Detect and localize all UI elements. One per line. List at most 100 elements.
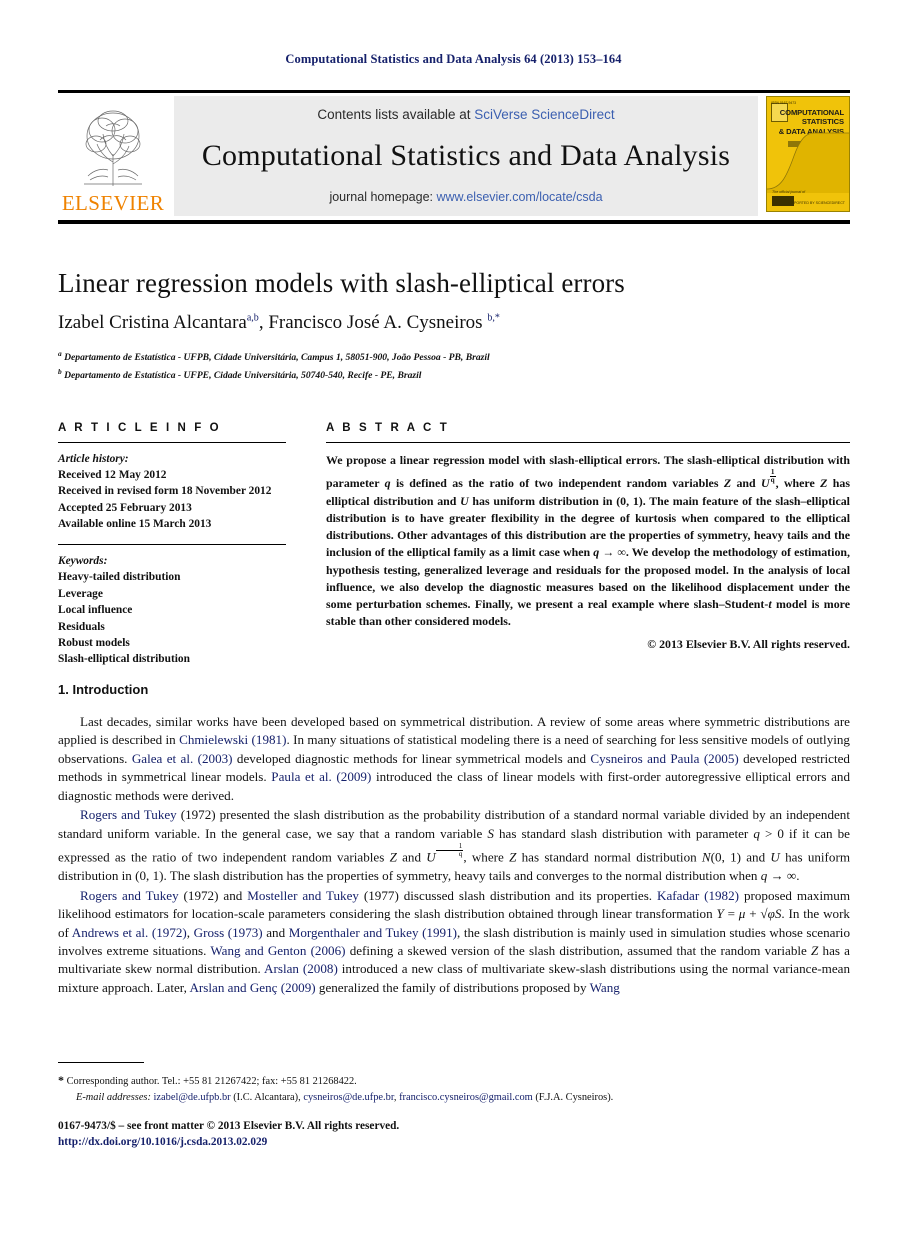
citation-link[interactable]: (1991) xyxy=(422,925,457,940)
email-link-1[interactable]: izabel@de.ufpb.br xyxy=(154,1092,231,1103)
history-item: Received 12 May 2012 xyxy=(58,469,167,482)
abstract-seg: , where xyxy=(775,476,821,491)
journal-homepage-link[interactable]: www.elsevier.com/locate/csda xyxy=(436,190,602,204)
keyword-item: Residuals xyxy=(58,620,105,633)
citation-link[interactable]: Mosteller and Tukey xyxy=(247,888,359,903)
cover-issn-text: ISSN 0167-9473 xyxy=(771,101,797,105)
formula-eq: = xyxy=(723,906,739,922)
history-item: Received in revised form 18 November 201… xyxy=(58,485,272,498)
text-seg: and xyxy=(396,849,427,865)
doi-link[interactable]: http://dx.doi.org/10.1016/j.csda.2013.02… xyxy=(58,1134,850,1150)
exponent-fraction: 1q xyxy=(435,842,464,859)
contents-available-line: Contents lists available at SciVerse Sci… xyxy=(317,107,614,122)
intro-paragraph-3: Rogers and Tukey (1972) and Mosteller an… xyxy=(58,887,850,998)
history-item: Available online 15 March 2013 xyxy=(58,517,212,530)
text-seg: (0, 1) and xyxy=(710,849,771,865)
imprint-line: 0167-9473/$ – see front matter © 2013 El… xyxy=(58,1120,400,1132)
affiliation-a-text: Departamento de Estatística - UFPB, Cida… xyxy=(64,352,490,364)
email-addresses-label: E-mail addresses: xyxy=(76,1091,151,1103)
email-link-3[interactable]: francisco.cysneiros@gmail.com xyxy=(399,1092,533,1103)
abstract-rule xyxy=(326,442,850,443)
text-seg: generalized the family of distributions … xyxy=(315,979,590,995)
article-info-rule xyxy=(58,442,286,443)
keywords-list: Keywords: Heavy-tailed distribution Leve… xyxy=(58,553,286,668)
text-seg: has standard normal distribution xyxy=(516,849,702,865)
journal-cover-thumbnail[interactable]: ISSN 0167-9473 COMPUTATIONAL STATISTICS … xyxy=(766,96,850,212)
citation-link[interactable]: Andrews et al. (1972) xyxy=(72,925,187,940)
citation-link[interactable]: Wang xyxy=(590,980,620,995)
abstract-seg: is defined as the ratio of two independe… xyxy=(390,476,724,491)
contents-prefix: Contents lists available at xyxy=(317,107,475,122)
abstract-var-u: U xyxy=(761,476,770,491)
corresponding-author-footnote: * Corresponding author. Tel.: +55 81 212… xyxy=(58,1071,850,1090)
email-link-2[interactable]: cysneiros@de.ufpe.br xyxy=(303,1092,394,1103)
abstract-copyright: © 2013 Elsevier B.V. All rights reserved… xyxy=(647,636,850,651)
article-info-column: A R T I C L E I N F O Article history: R… xyxy=(58,422,286,668)
keywords-rule xyxy=(58,543,286,545)
running-head: Computational Statistics and Data Analys… xyxy=(285,52,622,66)
journal-banner: Contents lists available at SciVerse Sci… xyxy=(174,96,758,216)
email-footnote: E-mail addresses: izabel@de.ufpb.br (I.C… xyxy=(58,1090,850,1106)
imprint-block: 0167-9473/$ – see front matter © 2013 El… xyxy=(58,1118,850,1150)
introduction-section: 1. Introduction Last decades, similar wo… xyxy=(58,682,850,997)
citation-link[interactable]: Rogers and Tukey xyxy=(80,888,179,903)
homepage-prefix: journal homepage: xyxy=(329,190,437,204)
text-seg: (1977) discussed slash distribution and … xyxy=(358,887,658,903)
title-block: Linear regression models with slash-elli… xyxy=(58,268,850,384)
text-seg: developed diagnostic methods for linear … xyxy=(232,750,591,766)
author-2: , Francisco José A. Cysneiros xyxy=(258,312,483,334)
article-info-heading: A R T I C L E I N F O xyxy=(58,422,222,434)
author-list: Izabel Cristina Alcantaraa,b, Francisco … xyxy=(58,312,850,335)
citation-link[interactable]: Cysneiros and Paula (2005) xyxy=(590,751,738,766)
text-seg: has standard slash distribution with par… xyxy=(493,825,754,841)
citation-link[interactable]: Kafadar (1982) xyxy=(657,888,739,903)
journal-homepage-line: journal homepage: www.elsevier.com/locat… xyxy=(329,190,602,204)
email-owner-1: (I.C. Alcantara), xyxy=(230,1091,304,1103)
sciencedirect-link[interactable]: SciVerse ScienceDirect xyxy=(474,107,614,122)
masthead-top-rule xyxy=(58,90,850,93)
cover-footer-text: SUPPORTED BY SCIENCEDIRECT xyxy=(786,201,845,205)
keyword-item: Robust models xyxy=(58,637,130,650)
cover-title-line1: COMPUTATIONAL xyxy=(779,108,844,117)
citation-link[interactable]: Arslan (2008) xyxy=(264,961,338,976)
text-seg: (1972) and xyxy=(178,887,248,903)
article-history: Article history: Received 12 May 2012 Re… xyxy=(58,451,286,532)
var-u: U xyxy=(426,849,436,865)
citation-link[interactable]: Paula et al. (2009) xyxy=(271,769,371,784)
info-abstract-region: A R T I C L E I N F O Article history: R… xyxy=(58,422,850,668)
corresponding-author-marker[interactable]: * xyxy=(495,313,500,324)
footnote-separator-rule xyxy=(58,1062,144,1063)
citation-link[interactable]: Morgenthaler and Tukey xyxy=(289,925,419,940)
keyword-item: Local influence xyxy=(58,604,133,617)
citation-link[interactable]: Wang and Genton (2006) xyxy=(210,943,345,958)
text-seg: , where xyxy=(463,849,510,865)
text-seg: → ∞. xyxy=(767,868,800,884)
formula-plus: + xyxy=(745,906,761,922)
var-u: U xyxy=(770,849,780,865)
elsevier-logo: ELSEVIER xyxy=(58,96,168,216)
abstract-column: A B S T R A C T We propose a linear regr… xyxy=(326,422,850,668)
citation-link[interactable]: Rogers and Tukey xyxy=(80,807,177,822)
affiliation-a-marker: a xyxy=(58,348,62,358)
journal-cover-block: ISSN 0167-9473 COMPUTATIONAL STATISTICS … xyxy=(766,96,850,216)
citation-link[interactable]: Galea et al. (2003) xyxy=(132,751,233,766)
citation-link[interactable]: Gross (1973) xyxy=(194,925,263,940)
affiliation-b: b Departamento de Estatística - UFPE, Ci… xyxy=(58,366,850,384)
fraction-denominator: q xyxy=(458,850,463,859)
formula-y: Y xyxy=(716,906,724,922)
footnotes-region: * Corresponding author. Tel.: +55 81 212… xyxy=(58,1062,850,1105)
citation-link[interactable]: Chmielewski (1981) xyxy=(179,732,286,747)
abstract-var-u: U xyxy=(460,493,469,508)
affiliations: a Departamento de Estatística - UFPB, Ci… xyxy=(58,348,850,384)
cover-distribution-curve-icon xyxy=(767,132,849,193)
history-item: Accepted 25 February 2013 xyxy=(58,501,192,514)
cover-official-text: The official journal of xyxy=(772,190,806,194)
masthead-bottom-rule xyxy=(58,220,850,224)
corresponding-author-text: Corresponding author. Tel.: +55 81 21267… xyxy=(64,1076,357,1087)
abstract-heading: A B S T R A C T xyxy=(326,422,450,434)
citation-link[interactable]: Arslan and Genç (2009) xyxy=(189,980,315,995)
page-title: Linear regression models with slash-elli… xyxy=(58,268,625,298)
text-seg: defining a skewed version of the slash d… xyxy=(345,943,812,958)
var-z: Z xyxy=(389,849,397,865)
keyword-item: Slash-elliptical distribution xyxy=(58,653,190,666)
